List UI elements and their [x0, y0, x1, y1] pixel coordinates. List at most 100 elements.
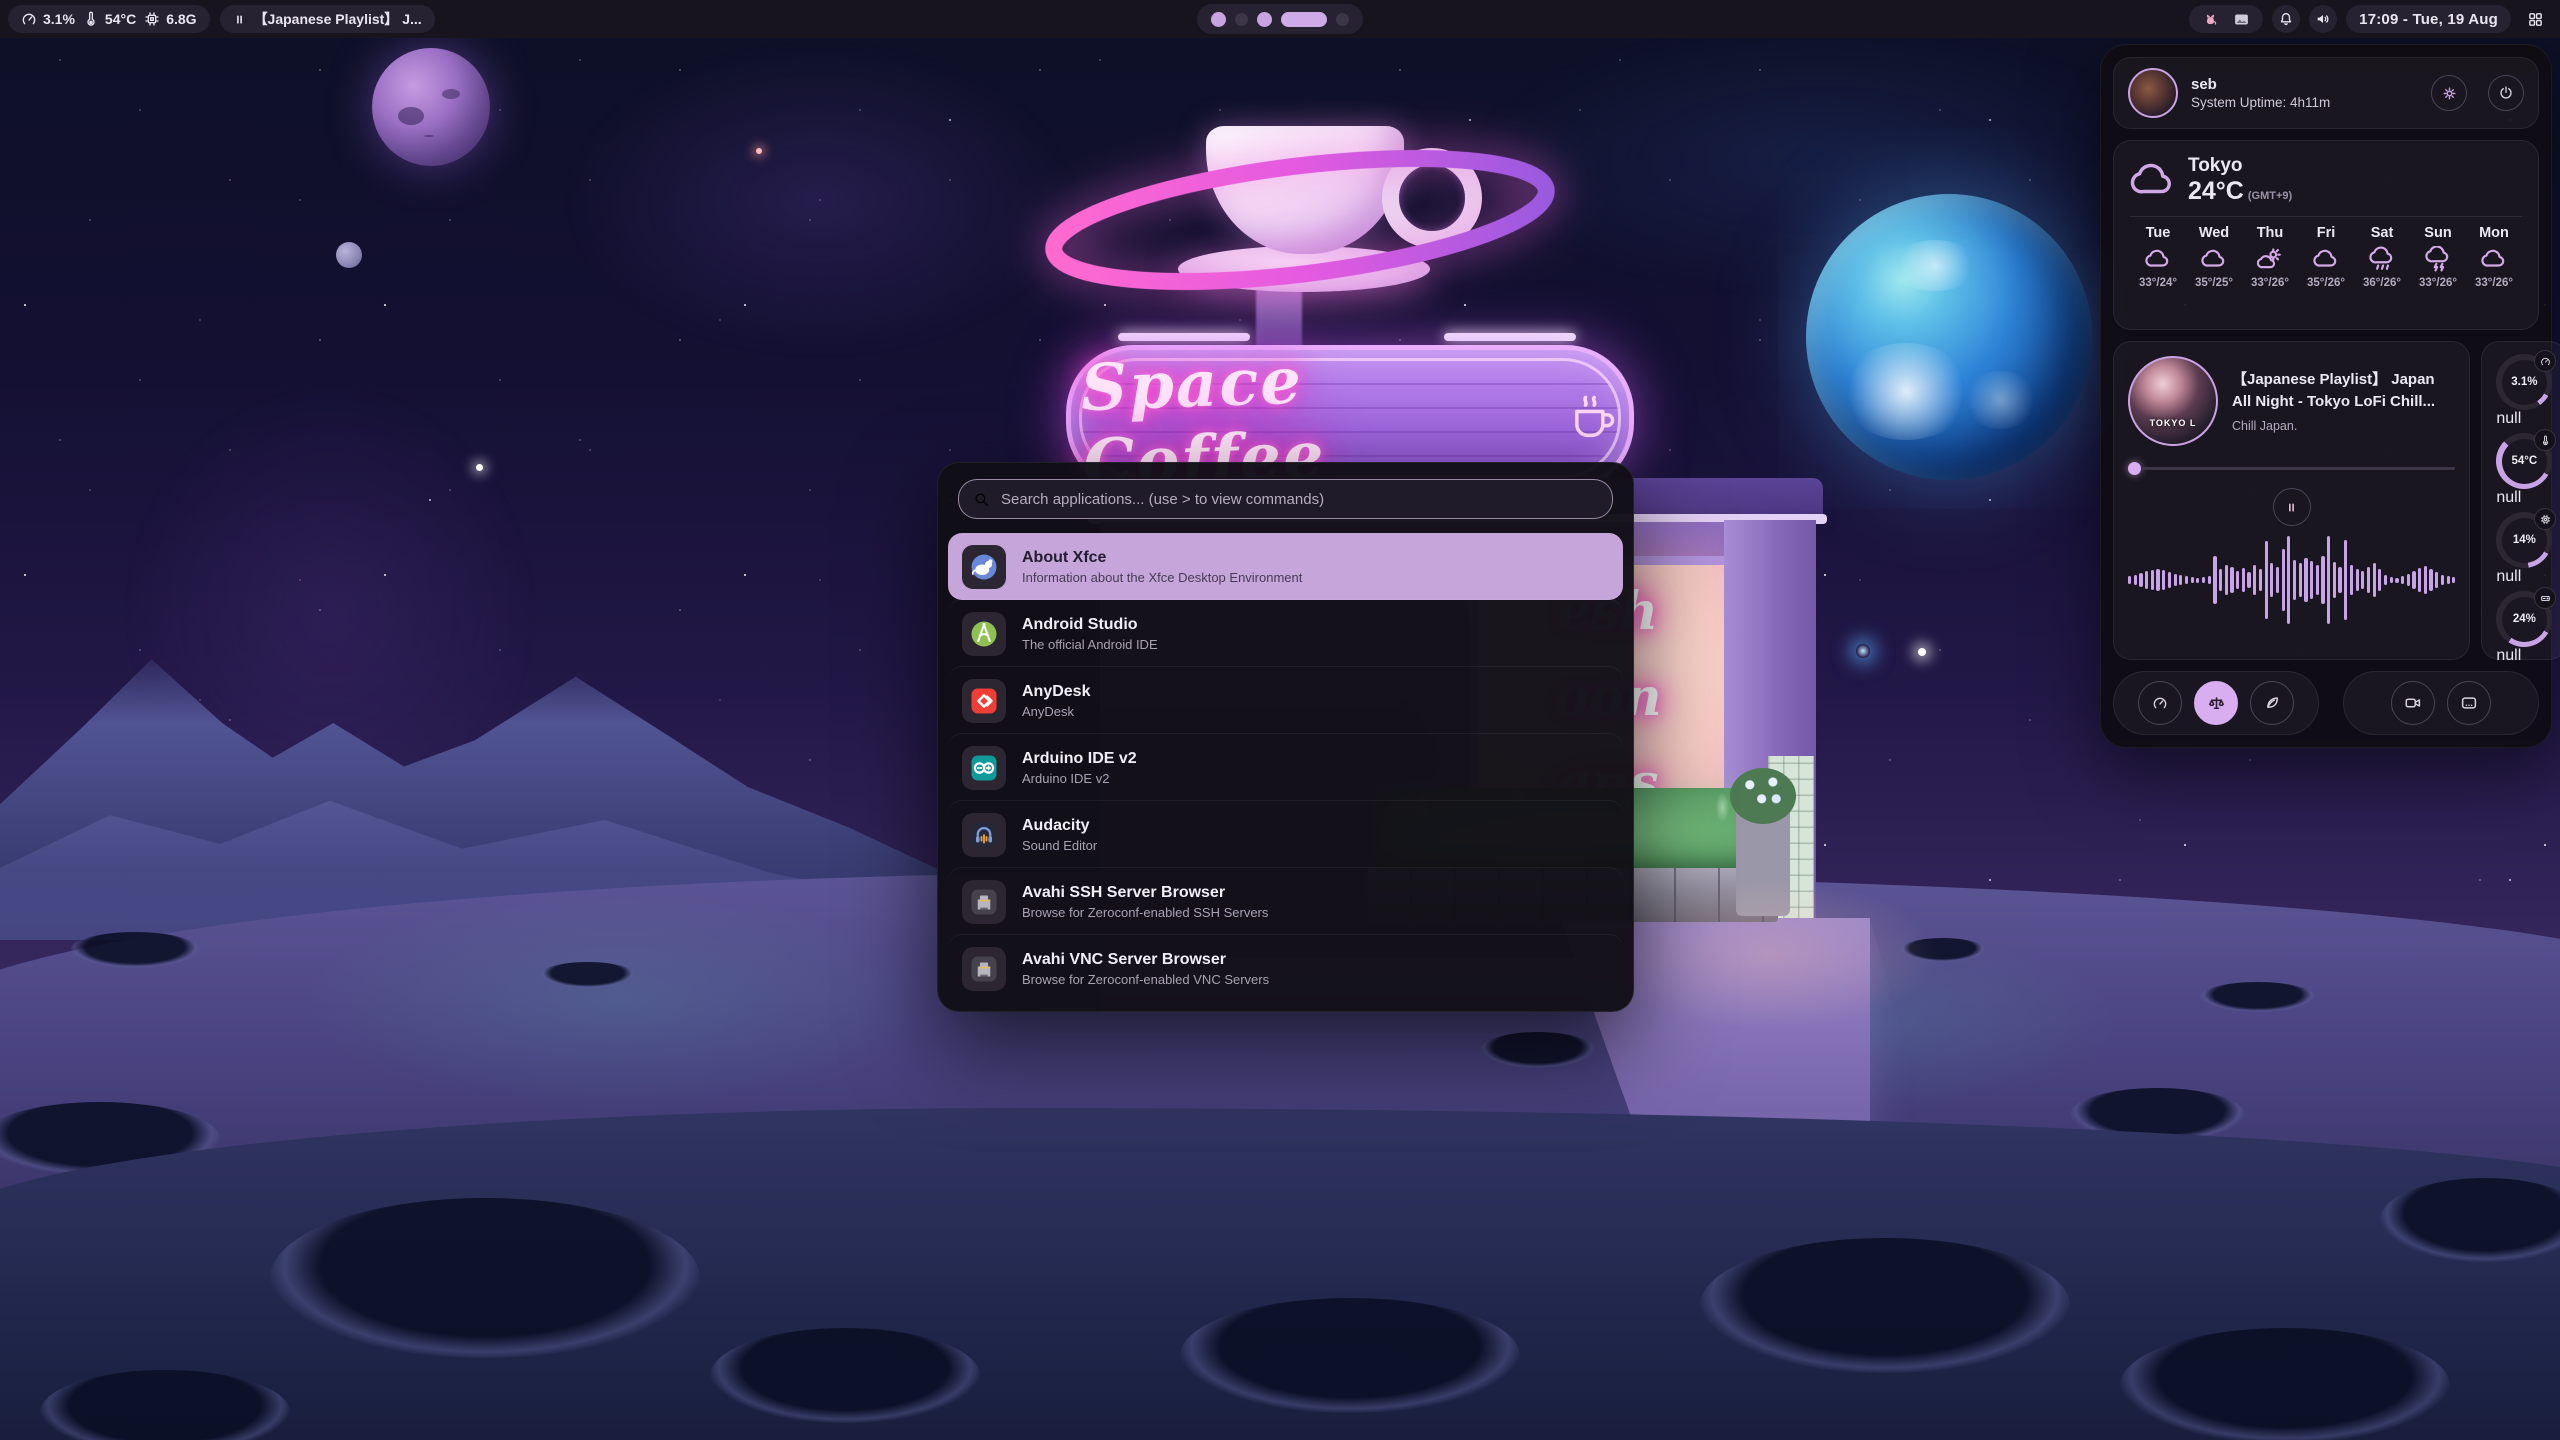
forecast-wed: Wed 35°/25°: [2186, 225, 2242, 289]
bright-star: [756, 148, 762, 154]
visualizer-bar: [2247, 572, 2250, 588]
xfce-app-icon: [962, 545, 1006, 589]
visualizer-bar: [2293, 560, 2296, 600]
forecast-sun: Sun 33°/26°: [2410, 225, 2466, 289]
notifications-button[interactable]: [2272, 5, 2300, 33]
bell-icon: [2278, 11, 2294, 27]
app-title: Audacity: [1022, 816, 1097, 836]
visualizer-bar: [2282, 549, 2285, 611]
visualizer-bar: [2253, 565, 2256, 595]
launcher-item-anydesk[interactable]: AnyDeskAnyDesk: [948, 667, 1623, 734]
cloud-icon: [2313, 246, 2339, 272]
visualizer-bar: [2168, 572, 2171, 588]
launcher-item-avahi-vnc-server-browser[interactable]: Avahi VNC Server BrowserBrowse for Zeroc…: [948, 935, 1623, 1002]
tray-cat-icon[interactable]: [2202, 11, 2219, 28]
workspace-dot-5[interactable]: [1336, 13, 1349, 26]
search-input[interactable]: [999, 490, 1598, 509]
visualizer-bar: [2179, 575, 2182, 585]
workspace-indicator[interactable]: [1197, 4, 1363, 34]
forecast-temps: 35°/26°: [2307, 277, 2345, 289]
arduino-app-icon: [962, 746, 1006, 790]
visualizer-bar: [2287, 536, 2290, 624]
visualizer-bar: [2395, 578, 2398, 583]
forecast-day: Mon: [2479, 225, 2509, 241]
sun-cloud-icon: [2257, 246, 2283, 272]
pause-button[interactable]: [2273, 488, 2311, 526]
visualizer-bar: [2242, 568, 2245, 592]
settings-button[interactable]: [2431, 75, 2467, 111]
visualizer-bar: [2304, 558, 2307, 602]
launcher-item-avahi-ssh-server-browser[interactable]: Avahi SSH Server BrowserBrowse for Zeroc…: [948, 868, 1623, 935]
forecast-day: Sun: [2424, 225, 2451, 241]
stat-speedometer: 3.1%: [21, 11, 75, 27]
rain-icon: [2369, 246, 2395, 272]
visualizer-bar: [2230, 567, 2233, 593]
track-title: 【Japanese Playlist】 Japan All Night - To…: [2232, 369, 2435, 413]
tray-wallpaper-icon[interactable]: [2233, 11, 2250, 28]
launcher-item-audacity[interactable]: Audacity Sound Editor: [948, 801, 1623, 868]
workspace-dot-2[interactable]: [1235, 13, 1248, 26]
stat-chip: 6.8G: [144, 11, 196, 27]
visualizer-bar: [2361, 571, 2364, 589]
app-description: Sound Editor: [1022, 838, 1097, 853]
visualizer-bar: [2310, 561, 2313, 599]
workspace-dot-3[interactable]: [1257, 12, 1272, 27]
visualizer-bar: [2350, 565, 2353, 595]
forecast-temps: 33°/26°: [2419, 277, 2457, 289]
visualizer-bar: [2356, 569, 2359, 591]
active-window-pill[interactable]: 【Japanese Playlist】 J...: [220, 5, 435, 33]
screen-record-button[interactable]: [2391, 681, 2435, 725]
overview-button[interactable]: [2520, 11, 2550, 28]
forecast-day: Wed: [2199, 225, 2229, 241]
gauge-chip: 14%null: [2496, 512, 2552, 568]
visualizer-bar: [2213, 556, 2216, 604]
gauge-speedometer: 3.1%null: [2496, 354, 2552, 410]
thermometer-icon: [83, 11, 99, 27]
visualizer-bar: [2265, 541, 2268, 619]
visualizer-bar: [2412, 571, 2415, 589]
audio-visualizer: [2128, 532, 2455, 628]
launcher-item-text: Audacity Sound Editor: [1022, 816, 1097, 853]
launcher-item-android-studio[interactable]: Android StudioThe official Android IDE: [948, 600, 1623, 667]
speedometer-icon: [21, 11, 37, 27]
screenshot-button[interactable]: [2447, 681, 2491, 725]
launcher-item-about-xfce[interactable]: About XfceInformation about the Xfce Des…: [948, 533, 1623, 600]
launcher-item-arduino-ide-v2[interactable]: Arduino IDE v2Arduino IDE v2: [948, 734, 1623, 801]
stat-value: 54°C: [105, 11, 136, 27]
forecast-day: Fri: [2317, 225, 2336, 241]
visualizer-bar: [2338, 567, 2341, 593]
visualizer-bar: [2145, 571, 2148, 589]
control-center-panel: seb System Uptime: 4h11m Tokyo 24°C (GMT…: [2100, 44, 2552, 748]
track-artist: Chill Japan.: [2232, 419, 2435, 433]
username: seb: [2191, 76, 2418, 93]
forecast-day: Sat: [2371, 225, 2394, 241]
launcher-item-text: Android StudioThe official Android IDE: [1022, 615, 1158, 652]
visualizer-bar: [2333, 562, 2336, 598]
cloud-icon: [2481, 246, 2507, 272]
balanced-profile-button[interactable]: [2194, 681, 2238, 725]
avahi-app-icon: [962, 880, 1006, 924]
power-icon: [2498, 85, 2514, 101]
gauge-thermometer: 54°Cnull: [2496, 433, 2552, 489]
workspace-dot-1[interactable]: [1211, 12, 1226, 27]
forecast-temps: 35°/25°: [2195, 277, 2233, 289]
visualizer-bar: [2441, 575, 2444, 585]
forecast-thu: Thu33°/26°: [2242, 225, 2298, 289]
progress-knob[interactable]: [2128, 462, 2141, 475]
performance-profile-button[interactable]: [2138, 681, 2182, 725]
power-button[interactable]: [2488, 75, 2524, 111]
stat-value: 6.8G: [166, 11, 196, 27]
visualizer-bar: [2259, 569, 2262, 591]
visualizer-bar: [2276, 567, 2279, 593]
coffee-cup-icon: [1566, 392, 1618, 444]
track-progress-bar[interactable]: [2128, 462, 2455, 475]
power-saver-profile-button[interactable]: [2250, 681, 2294, 725]
search-bar[interactable]: [958, 479, 1613, 519]
workspace-dot-4[interactable]: [1281, 12, 1327, 27]
cloud-icon: [2130, 157, 2176, 203]
clock[interactable]: 17:09 - Tue, 19 Aug: [2346, 5, 2511, 33]
forecast-temps: 33°/24°: [2139, 277, 2177, 289]
visualizer-bar: [2429, 569, 2432, 591]
forecast-tue: Tue33°/24°: [2130, 225, 2186, 289]
volume-button[interactable]: [2309, 5, 2337, 33]
